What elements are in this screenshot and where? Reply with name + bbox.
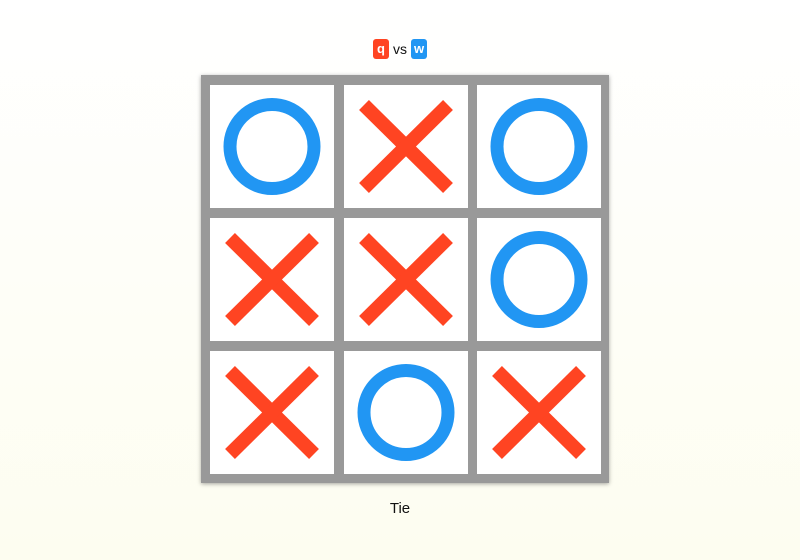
board-cell-1-3[interactable] <box>477 85 601 208</box>
vs-label: vs <box>393 41 407 57</box>
x-mark-icon <box>359 100 453 193</box>
players-header: q vs w <box>0 39 800 59</box>
board-cell-3-3[interactable] <box>477 351 601 474</box>
player-o-badge: w <box>411 39 427 59</box>
o-mark-icon <box>490 98 588 195</box>
board-cell-2-3[interactable] <box>477 218 601 341</box>
board-cell-2-2[interactable] <box>344 218 468 341</box>
board-cell-1-1[interactable] <box>210 85 334 208</box>
board-cell-2-1[interactable] <box>210 218 334 341</box>
game-status: Tie <box>389 500 411 517</box>
player-x-badge: q <box>373 39 389 59</box>
o-mark-icon <box>357 364 455 461</box>
board-cell-1-2[interactable] <box>344 85 468 208</box>
o-mark-icon <box>490 231 588 328</box>
game-board <box>201 75 609 483</box>
board-cell-3-1[interactable] <box>210 351 334 474</box>
x-mark-icon <box>492 366 586 459</box>
x-mark-icon <box>225 366 319 459</box>
x-mark-icon <box>359 233 453 326</box>
x-mark-icon <box>225 233 319 326</box>
board-cell-3-2[interactable] <box>344 351 468 474</box>
o-mark-icon <box>223 98 321 195</box>
